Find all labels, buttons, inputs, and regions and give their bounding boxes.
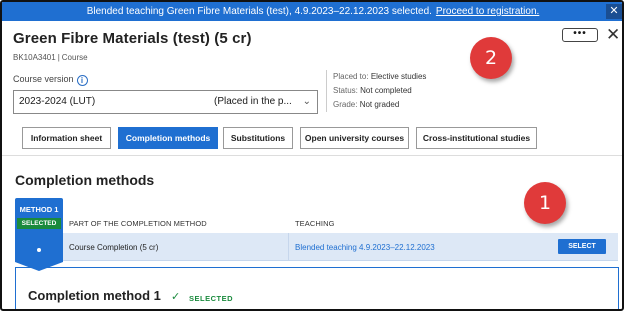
- notification-close-icon[interactable]: ✕: [606, 4, 622, 19]
- registration-notification-bar: Blended teaching Green Fibre Materials (…: [2, 2, 622, 21]
- course-version-value: 2023-2024 (LUT): [19, 96, 96, 107]
- course-version-placement: (Placed in the p...: [214, 96, 292, 107]
- course-version-label-text: Course version: [13, 74, 74, 84]
- meta-placed-to: Placed to: Elective studies: [333, 72, 427, 81]
- method-selected-badge: SELECTED: [17, 218, 61, 229]
- notification-message: Blended teaching Green Fibre Materials (…: [86, 6, 432, 17]
- more-options-button[interactable]: •••: [562, 28, 598, 42]
- column-header-part: PART OF THE COMPLETION METHOD: [69, 219, 207, 228]
- divider: [2, 155, 622, 156]
- tab-information-sheet[interactable]: Information sheet: [22, 127, 111, 149]
- close-dialog-icon[interactable]: ✕: [606, 26, 620, 43]
- course-version-select[interactable]: 2023-2024 (LUT) (Placed in the p... ⌄: [13, 90, 318, 114]
- course-version-label: Course version i: [13, 74, 88, 86]
- completion-method-card: Completion method 1 ✓ SELECTED: [15, 267, 619, 309]
- card-status: SELECTED: [189, 294, 234, 303]
- column-header-teaching: TEACHING: [295, 219, 335, 228]
- method-1-column[interactable]: METHOD 1 SELECTED: [15, 198, 63, 262]
- row-divider: [288, 233, 289, 261]
- check-icon: ✓: [171, 291, 181, 303]
- radio-dot-icon: [37, 248, 41, 252]
- info-icon[interactable]: i: [76, 75, 88, 86]
- proceed-to-registration-link[interactable]: Proceed to registration.: [436, 6, 539, 17]
- course-subtitle: BK10A3401 | Course: [13, 53, 88, 62]
- chevron-down-icon: ⌄: [302, 96, 311, 107]
- meta-status: Status: Not completed: [333, 86, 412, 95]
- teaching-link[interactable]: Blended teaching 4.9.2023–22.12.2023: [295, 243, 435, 252]
- course-code: BK10A3401: [13, 53, 56, 62]
- method-label: METHOD 1: [19, 205, 59, 214]
- tab-completion-methods[interactable]: Completion methods: [118, 127, 218, 149]
- annotation-badge-2: 2: [470, 37, 512, 79]
- course-title: Green Fibre Materials (test) (5 cr): [13, 30, 252, 47]
- course-meta: Placed to: Elective studies Status: Not …: [326, 70, 456, 112]
- course-dialog: Blended teaching Green Fibre Materials (…: [0, 0, 624, 311]
- course-type: Course: [61, 53, 88, 62]
- completion-part-cell: Course Completion (5 cr): [69, 243, 159, 252]
- select-button[interactable]: SELECT: [558, 239, 606, 254]
- tab-cross-institutional-studies[interactable]: Cross-institutional studies: [416, 127, 537, 149]
- tab-substitutions[interactable]: Substitutions: [223, 127, 293, 149]
- tab-open-university-courses[interactable]: Open university courses: [300, 127, 409, 149]
- meta-grade: Grade: Not graded: [333, 100, 400, 109]
- annotation-badge-1: 1: [524, 182, 566, 224]
- section-title: Completion methods: [15, 172, 155, 188]
- card-title: Completion method 1: [28, 288, 161, 303]
